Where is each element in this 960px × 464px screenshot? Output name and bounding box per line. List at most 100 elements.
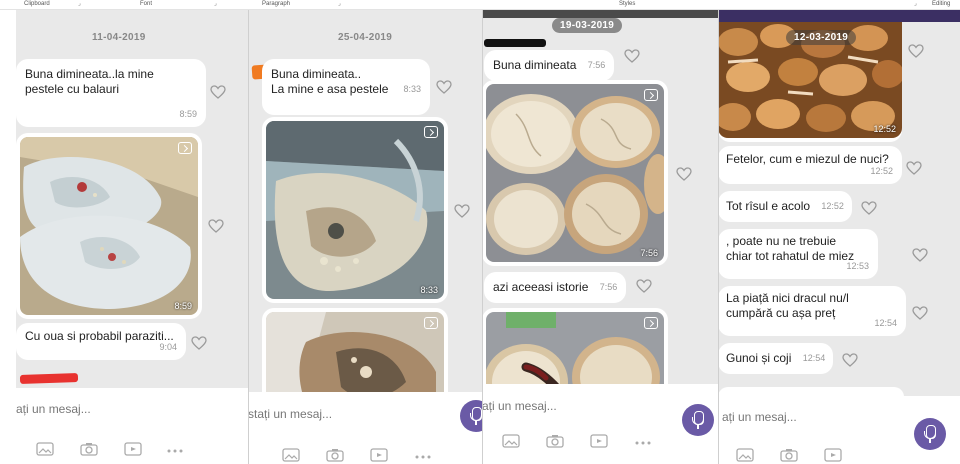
message-text: Fetelor, cum e miezul de nuci? xyxy=(726,152,889,166)
heart-icon[interactable] xyxy=(624,49,640,63)
gif-icon[interactable] xyxy=(824,448,842,462)
microphone-arc xyxy=(924,431,936,439)
camera-icon[interactable] xyxy=(326,448,344,462)
bread-photo[interactable] xyxy=(486,312,664,384)
chat-panel-1: 11-04-2019 Buna dimineata..la mine peste… xyxy=(16,10,248,464)
forward-icon[interactable] xyxy=(644,89,658,101)
gif-icon[interactable] xyxy=(590,434,608,448)
panel-divider xyxy=(718,10,719,464)
heart-icon[interactable] xyxy=(912,248,928,262)
ribbon-group-clipboard[interactable]: Clipboard xyxy=(24,0,50,9)
message-text: Buna dimineata.. La mine e asa pestele xyxy=(271,67,389,96)
ribbon-group-font[interactable]: Font xyxy=(140,0,152,9)
composer: ați un mesaj... xyxy=(482,384,718,464)
message-bubble[interactable]: La piață nici dracul nu/l cumpără cu așa… xyxy=(718,286,906,336)
fish-photo[interactable]: 8:33 xyxy=(266,121,444,299)
message-input[interactable]: ați un mesaj... xyxy=(16,402,91,416)
message-time: 8:33 xyxy=(403,84,421,94)
camera-icon[interactable] xyxy=(546,434,564,448)
photo-message[interactable]: 7:56 xyxy=(482,80,668,266)
heart-icon[interactable] xyxy=(191,336,207,350)
heart-icon[interactable] xyxy=(676,167,692,181)
fish-photo-image xyxy=(20,137,198,315)
ribbon-group-styles[interactable]: Styles xyxy=(619,0,635,9)
forward-icon[interactable] xyxy=(424,317,438,329)
photo-message[interactable]: 8:33 xyxy=(262,117,448,303)
message-time: 9:04 xyxy=(159,342,177,352)
message-bubble[interactable]: Cu oua si probabil paraziti... 9:04 xyxy=(16,323,186,360)
message-bubble[interactable]: Tot rîsul e acolo 12:52 xyxy=(718,191,852,223)
heart-icon[interactable] xyxy=(436,80,452,94)
photo-time: 12:52 xyxy=(873,124,896,134)
dialog-launcher-icon[interactable]: ⌟ xyxy=(338,1,344,7)
photo-message[interactable] xyxy=(482,308,668,384)
dialog-launcher-icon[interactable]: ⌟ xyxy=(78,1,84,7)
message-input[interactable]: ați un mesaj... xyxy=(722,410,797,424)
microphone-icon[interactable] xyxy=(914,418,946,450)
gif-icon[interactable] xyxy=(370,448,388,462)
screenshot-collage: Clipboard ⌟ Font ⌟ Paragraph ⌟ Styles ⌟ … xyxy=(0,0,960,464)
message-input[interactable]: stați un mesaj... xyxy=(248,407,332,421)
message-time: 12:54 xyxy=(802,353,826,364)
message-list[interactable]: 12-03-2019 12:52 Fetelor, cum e miezul d… xyxy=(718,10,960,396)
photo-message[interactable]: 8:59 xyxy=(16,133,202,319)
camera-icon[interactable] xyxy=(80,442,98,456)
camera-icon[interactable] xyxy=(780,448,798,462)
photo-time: 8:59 xyxy=(174,301,192,311)
heart-icon[interactable] xyxy=(636,279,652,293)
message-bubble[interactable]: Buna dimineata 7:56 xyxy=(484,50,615,82)
heart-icon[interactable] xyxy=(906,161,922,175)
bread-photo[interactable]: 7:56 xyxy=(486,84,664,262)
bread-photo-image xyxy=(486,312,664,384)
heart-icon[interactable] xyxy=(208,219,224,233)
more-icon[interactable] xyxy=(166,444,184,458)
microphone-icon[interactable] xyxy=(460,400,482,432)
message-bubble[interactable]: Buna dimineata.. La mine e asa pestele 8… xyxy=(262,59,430,115)
message-input[interactable]: ați un mesaj... xyxy=(482,399,557,413)
composer: ați un mesaj... xyxy=(718,396,960,464)
heart-icon[interactable] xyxy=(908,44,924,58)
panel-divider xyxy=(248,10,249,464)
message-list[interactable]: 25-04-2019 Buna dimineata.. La mine e as… xyxy=(248,10,482,392)
redacted-sender-name xyxy=(19,372,79,385)
message-bubble[interactable]: Buna dimineata..la mine pestele cu balau… xyxy=(16,59,206,127)
walnut-photo[interactable]: 12-03-2019 12:52 xyxy=(718,22,902,138)
message-time: 12:52 xyxy=(870,166,893,176)
message-list[interactable]: 11-04-2019 Buna dimineata..la mine peste… xyxy=(16,10,248,388)
message-text: La piață nici dracul nu/l cumpără cu așa… xyxy=(726,291,849,320)
message-time: 12:53 xyxy=(846,261,869,271)
ribbon-group-editing[interactable]: Editing xyxy=(932,0,950,9)
gallery-icon[interactable] xyxy=(282,448,300,462)
message-bubble[interactable]: , poate nu ne trebuie chiar tot rahatul … xyxy=(718,229,878,279)
fish-photo[interactable]: 8:59 xyxy=(20,137,198,315)
message-text: Buna dimineata..la mine pestele cu balau… xyxy=(25,67,154,96)
gallery-icon[interactable] xyxy=(502,434,520,448)
microphone-icon[interactable] xyxy=(682,404,714,436)
forward-icon[interactable] xyxy=(424,126,438,138)
more-icon[interactable] xyxy=(634,436,652,450)
message-bubble[interactable]: Fetelor, cum e miezul de nuci? 12:52 xyxy=(718,146,902,184)
gallery-icon[interactable] xyxy=(736,448,754,462)
heart-icon[interactable] xyxy=(912,306,928,320)
heart-icon[interactable] xyxy=(454,204,470,218)
dialog-launcher-icon[interactable]: ⌟ xyxy=(914,1,920,7)
heart-icon[interactable] xyxy=(842,353,858,367)
ribbon-group-paragraph[interactable]: Paragraph xyxy=(262,0,290,9)
dialog-launcher-icon[interactable]: ⌟ xyxy=(214,1,220,7)
more-icon[interactable] xyxy=(414,450,432,464)
photo-message[interactable]: 12-03-2019 12:52 xyxy=(718,22,902,142)
gif-icon[interactable] xyxy=(124,442,142,456)
message-bubble[interactable] xyxy=(718,387,904,396)
fish-photo[interactable] xyxy=(266,312,444,392)
message-bubble[interactable]: azi aceeasi istorie 7:56 xyxy=(484,272,627,304)
photo-message[interactable] xyxy=(262,308,448,392)
message-bubble[interactable]: Gunoi și coji 12:54 xyxy=(718,343,834,375)
heart-icon[interactable] xyxy=(861,201,877,215)
gallery-icon[interactable] xyxy=(36,442,54,456)
heart-icon[interactable] xyxy=(210,85,226,99)
message-list[interactable]: 19-03-2019 Buna dimineata 7:56 7:56 azi … xyxy=(482,10,718,384)
message-text: Buna dimineata xyxy=(493,58,577,72)
forward-icon[interactable] xyxy=(178,142,192,154)
header-bar xyxy=(482,10,718,18)
forward-icon[interactable] xyxy=(644,317,658,329)
